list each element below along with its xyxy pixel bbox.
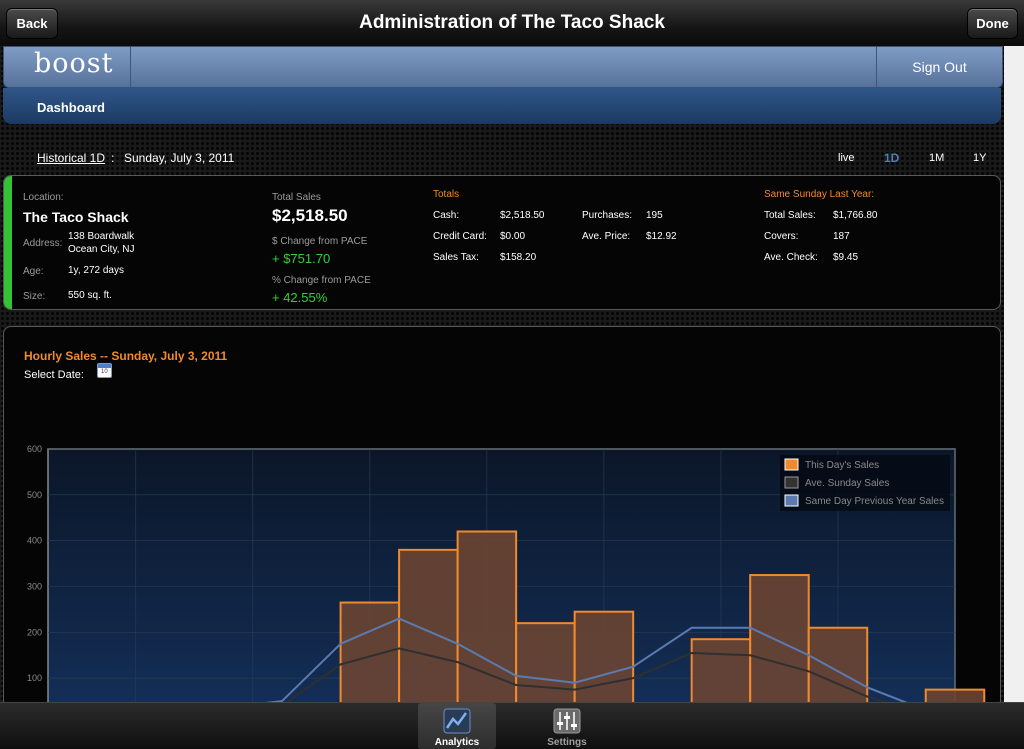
- total-sales-label: Total Sales: [272, 192, 321, 203]
- avg-price-value: $12.92: [646, 231, 677, 242]
- tab-analytics-label: Analytics: [434, 737, 480, 748]
- period-1d[interactable]: 1D: [884, 151, 899, 165]
- sign-out-button[interactable]: Sign Out: [877, 47, 1002, 87]
- sales-bar: [339, 601, 401, 707]
- ly-covers-value: 187: [833, 231, 850, 242]
- sales-bar: [515, 622, 576, 707]
- historical-date: Sunday, July 3, 2011: [124, 151, 235, 165]
- age-label: Age:: [23, 266, 44, 277]
- avg-price-label: Ave. Price:: [582, 231, 631, 242]
- y-tick-label: 400: [27, 536, 42, 546]
- y-tick-label: 600: [27, 444, 42, 454]
- dashboard-bar: Dashboard: [3, 88, 1001, 124]
- credit-value: $0.00: [500, 231, 526, 242]
- legend-swatch: [784, 458, 799, 471]
- ly-covers-label: Covers:: [764, 231, 799, 242]
- size-label: Size:: [23, 291, 46, 302]
- ly-check-value: $9.45: [833, 252, 859, 263]
- cash-value: $2,518.50: [500, 210, 545, 221]
- settings-icon: [553, 708, 581, 734]
- age-value: 1y, 272 days: [68, 265, 124, 276]
- tab-analytics[interactable]: Analytics: [418, 703, 496, 749]
- select-date-label: Select Date:: [24, 369, 84, 381]
- y-tick-label: 500: [27, 490, 42, 500]
- address-line2: Ocean City, NJ: [68, 244, 135, 255]
- total-sales-value: $2,518.50: [272, 206, 348, 225]
- content-area: boost Sign Out Dashboard Historical 1D :…: [0, 46, 1004, 708]
- ly-total-value: $1,766.80: [833, 210, 878, 221]
- historical-link[interactable]: Historical 1D: [37, 151, 105, 165]
- legend-swatch: [784, 476, 799, 489]
- tax-value: $158.20: [500, 252, 537, 263]
- period-live[interactable]: live: [838, 152, 855, 164]
- sales-bar: [573, 610, 635, 707]
- totals-title: Totals: [433, 189, 460, 200]
- right-edge: [1004, 46, 1024, 702]
- historical-row: Historical 1D : Sunday, July 3, 2011 liv…: [0, 146, 1004, 170]
- period-1m[interactable]: 1M: [929, 152, 944, 164]
- ly-check-label: Ave. Check:: [764, 252, 818, 263]
- location-label: Location:: [23, 192, 64, 203]
- credit-label: Credit Card:: [433, 231, 487, 242]
- chart-title: Hourly Sales -- Sunday, July 3, 2011: [24, 349, 228, 363]
- analytics-icon: [443, 708, 471, 734]
- change-value: + $751.70: [272, 251, 331, 266]
- calendar-icon[interactable]: 10: [97, 363, 112, 378]
- ly-total-label: Total Sales:: [764, 210, 816, 221]
- pct-change-label: % Change from PACE: [272, 275, 371, 286]
- purchases-value: 195: [646, 210, 663, 221]
- address-line1: 138 Boardwalk: [68, 231, 135, 242]
- last-year-title: Same Sunday Last Year:: [764, 189, 875, 200]
- purchases-label: Purchases:: [582, 210, 633, 221]
- address-label: Address:: [23, 238, 63, 249]
- header-divider: [130, 47, 131, 87]
- pct-change-value: + 42.55%: [272, 290, 328, 305]
- page-title: Administration of The Taco Shack: [359, 12, 665, 33]
- calendar-icon-day: 10: [101, 369, 108, 375]
- change-label: $ Change from PACE: [272, 236, 368, 247]
- tab-bar: Analytics Settings: [0, 702, 1024, 749]
- chart-panel: 01002003004005006008:00 am10:00 am12:00 …: [3, 326, 1001, 708]
- legend-label: Same Day Previous Year Sales: [805, 496, 944, 507]
- boost-logo: boost: [34, 48, 114, 79]
- location-name: The Taco Shack: [23, 209, 129, 225]
- y-tick-label: 200: [27, 627, 42, 637]
- tax-label: Sales Tax:: [433, 252, 479, 263]
- hourly-sales-chart: 01002003004005006008:00 am10:00 am12:00 …: [27, 444, 986, 707]
- top-nav-bar: Back Administration of The Taco Shack Do…: [0, 0, 1024, 47]
- status-indicator: [4, 176, 12, 309]
- dashboard-tab[interactable]: Dashboard: [37, 100, 105, 115]
- historical-colon: :: [111, 151, 115, 165]
- y-tick-label: 300: [27, 582, 42, 592]
- tab-settings[interactable]: Settings: [528, 703, 606, 749]
- sales-bar: [398, 548, 459, 707]
- cash-label: Cash:: [433, 210, 460, 221]
- legend-label: This Day's Sales: [805, 460, 879, 471]
- tab-settings-label: Settings: [547, 737, 587, 748]
- size-value: 550 sq. ft.: [68, 290, 112, 301]
- boost-header: boost Sign Out: [3, 46, 1003, 88]
- sales-bar: [690, 638, 752, 707]
- y-tick-label: 100: [27, 673, 42, 683]
- sales-bar: [807, 626, 869, 707]
- legend-swatch: [784, 494, 799, 507]
- legend-label: Ave. Sunday Sales: [805, 478, 889, 489]
- done-button[interactable]: Done: [967, 8, 1018, 39]
- period-1y[interactable]: 1Y: [973, 152, 986, 164]
- summary-panel: Location: The Taco Shack Address: 138 Bo…: [3, 175, 1001, 310]
